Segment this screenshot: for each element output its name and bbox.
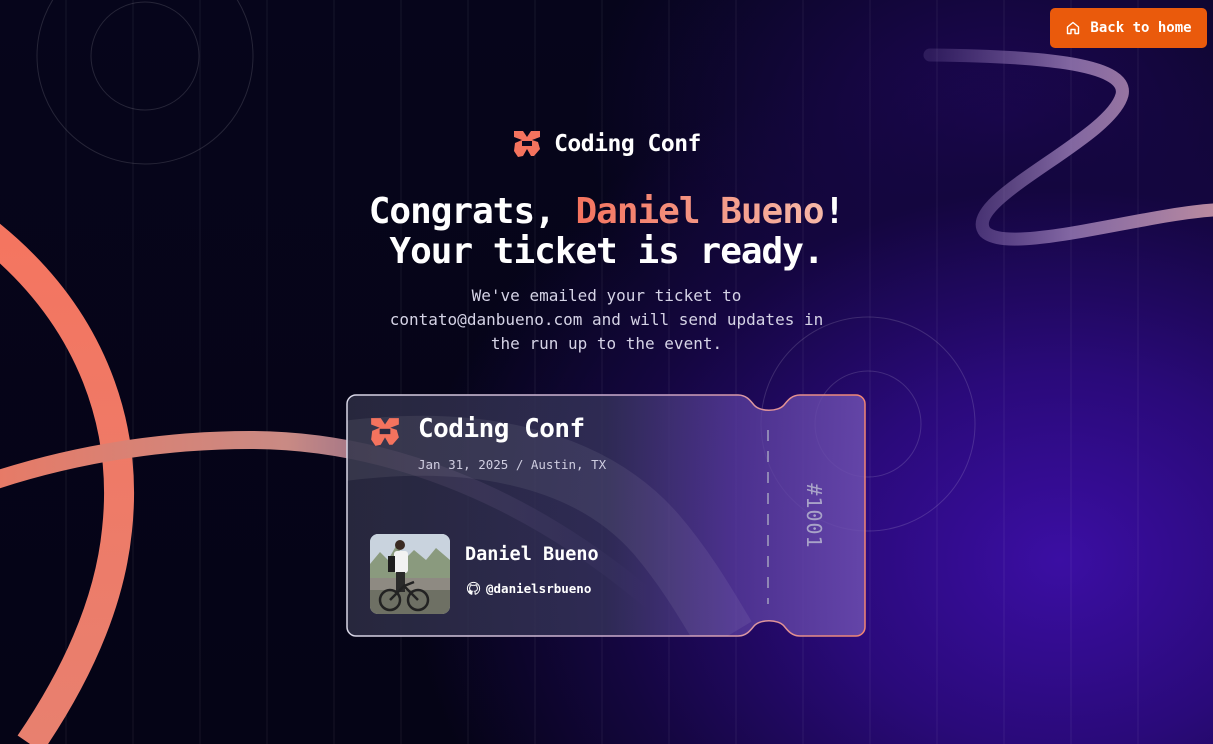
back-to-home-label: Back to home: [1090, 20, 1192, 36]
ticket-date-location: Jan 31, 2025 / Austin, TX: [418, 457, 607, 472]
page: Back to home Coding Conf Congrats, Danie…: [0, 0, 1213, 744]
ticket-event-name: Coding Conf: [418, 414, 585, 444]
ticket-number: #1001: [802, 483, 826, 549]
github-icon: [466, 581, 481, 595]
headline-line-1: Congrats, Daniel Bueno!: [0, 192, 1213, 232]
ticket-logo-icon: [371, 418, 399, 446]
avatar-photo: [370, 534, 450, 614]
coral-arc: [0, 223, 134, 744]
github-handle-row: @danielsrbueno: [466, 581, 591, 596]
confirmation-line-2: contato@danbueno.com and will send updat…: [389, 310, 824, 329]
ticket-card: Coding Conf Jan 31, 2025 / Austin, TX Da…: [346, 394, 866, 637]
attendee-name-highlight: Daniel Bueno: [575, 191, 824, 232]
coding-conf-logo-icon: [514, 131, 541, 157]
home-icon: [1067, 21, 1080, 35]
github-handle: @danielsrbueno: [486, 581, 592, 596]
brand-name: Coding Conf: [554, 131, 701, 157]
avatar: [370, 534, 450, 614]
page-title: Congrats, Daniel Bueno! Your ticket is r…: [0, 192, 1213, 272]
attendee-name: Daniel Bueno: [465, 544, 599, 565]
confirmation-line-3: the run up to the event.: [490, 334, 723, 353]
headline-suffix: !: [823, 191, 846, 232]
confirmation-message: We've emailed your ticket to contato@dan…: [382, 284, 831, 356]
brand-header: Coding Conf: [0, 129, 1213, 159]
confirmation-line-1: We've emailed your ticket to: [471, 286, 742, 305]
headline-prefix: Congrats,: [368, 191, 576, 232]
headline-line-2: Your ticket is ready.: [389, 231, 824, 272]
back-to-home-button[interactable]: Back to home: [1050, 8, 1207, 48]
